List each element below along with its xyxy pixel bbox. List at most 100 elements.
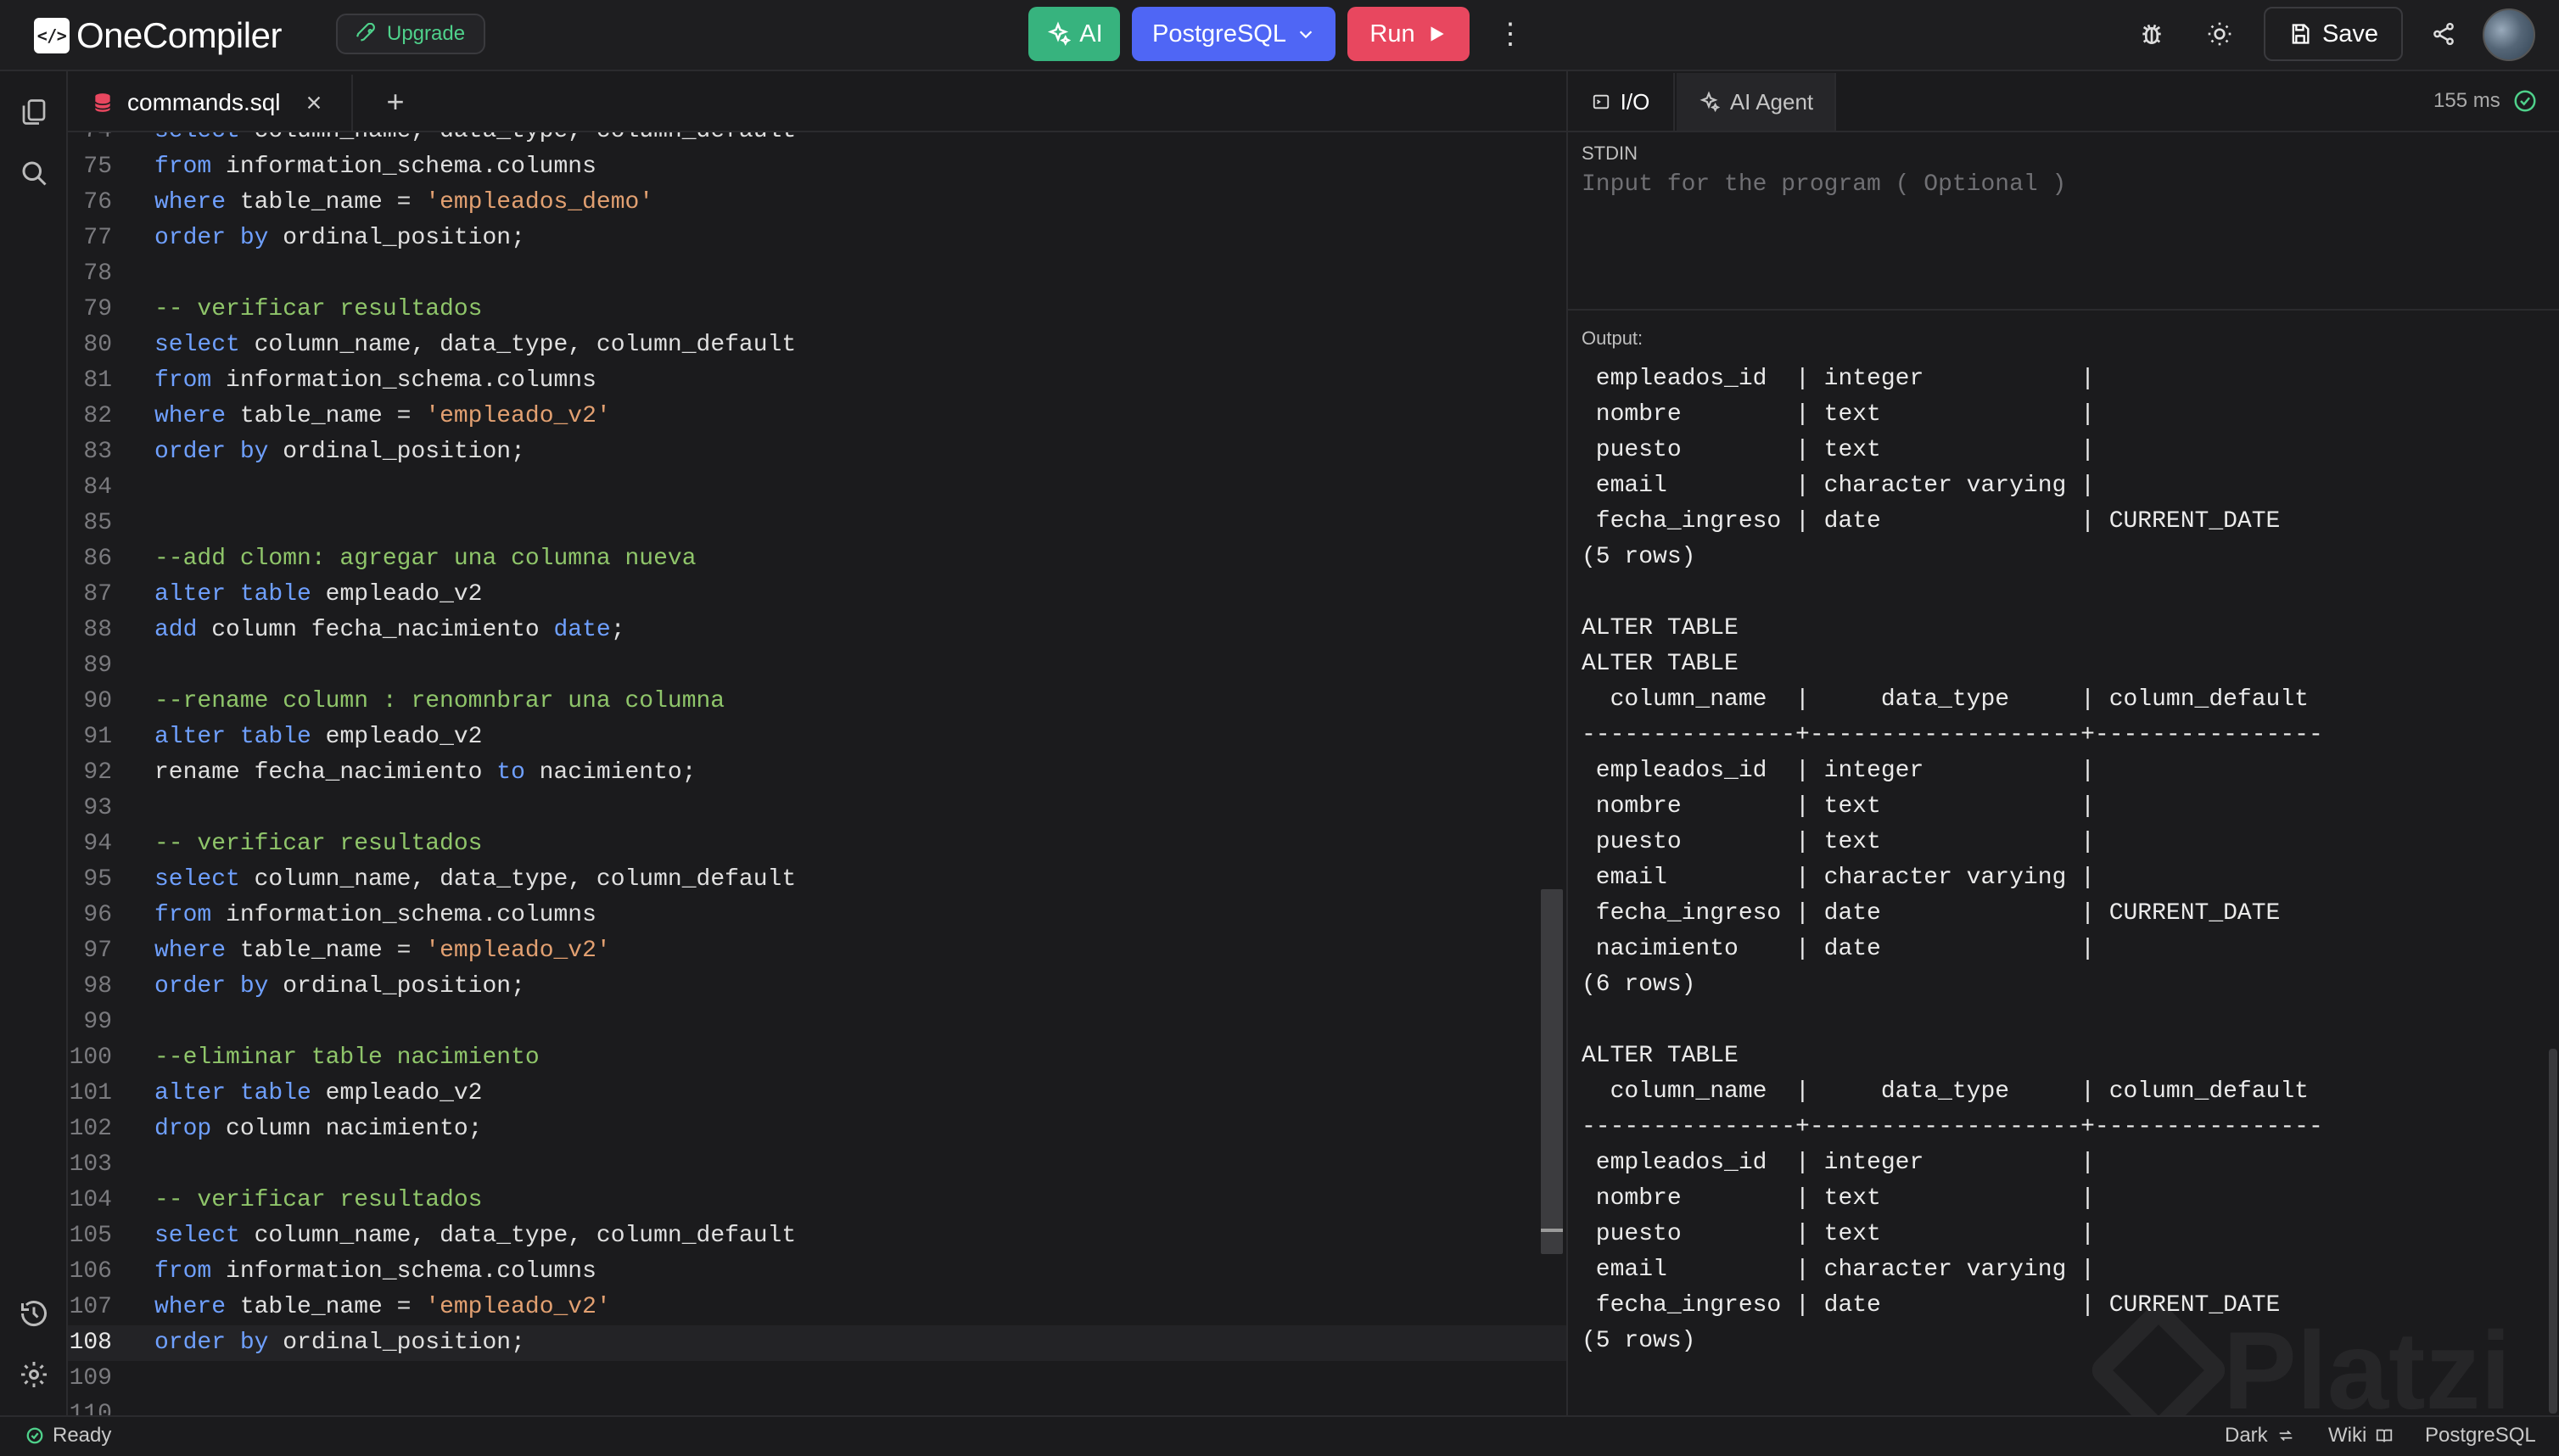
code-line[interactable]: 91 alter table empleado_v2 [68,720,1566,755]
code-line[interactable]: 94 -- verificar resultados [68,826,1566,862]
code-line[interactable]: 100 --eliminar table nacimiento [68,1040,1566,1076]
wiki-link[interactable]: Wiki [2328,1424,2394,1448]
scrollbar-cursor-marker [1541,1229,1563,1232]
execution-time-value: 155 ms [2433,89,2500,112]
history-icon[interactable] [14,1293,54,1334]
code-line[interactable]: 110 [68,1397,1566,1415]
code-text: -- verificar resultados [154,292,482,328]
code-line[interactable]: 109 [68,1361,1566,1397]
line-number: 101 [69,1080,112,1106]
code-line[interactable]: 89 [68,648,1566,684]
code-line[interactable]: 75 from information_schema.columns [68,149,1566,185]
upgrade-button[interactable]: Upgrade [336,14,486,54]
code-token: information_schema.columns [211,154,596,180]
code-line[interactable]: 102 drop column nacimiento; [68,1112,1566,1147]
output-scrollbar[interactable] [2549,1049,2557,1414]
code-line[interactable]: 88 add column fecha_nacimiento date; [68,613,1566,648]
output-label: Output: [1582,328,1643,349]
line-number: 82 [83,403,112,429]
code-line[interactable]: 77 order by ordinal_position; [68,221,1566,256]
code-line[interactable]: 82 where table_name = 'empleado_v2' [68,399,1566,434]
code-text: from information_schema.columns [154,898,596,933]
code-text: alter table empleado_v2 [154,577,482,613]
line-number: 109 [69,1365,112,1392]
code-line[interactable]: 83 order by ordinal_position; [68,434,1566,470]
status-language-label: PostgreSQL [2425,1424,2536,1447]
code-token: empleado_v2 [311,724,483,750]
user-avatar[interactable] [2483,8,2535,61]
line-number: 107 [69,1294,112,1320]
code-lines[interactable]: 74 select column_name, data_type, column_… [68,132,1566,1415]
code-line[interactable]: 79 -- verificar resultados [68,292,1566,328]
code-line[interactable]: 93 [68,791,1566,826]
code-line[interactable]: 95 select column_name, data_type, column_… [68,862,1566,898]
line-number: 92 [83,759,112,786]
search-icon[interactable] [14,153,54,193]
code-token: table_name = [226,938,426,964]
code-line[interactable]: 84 [68,470,1566,506]
code-line[interactable]: 98 order by ordinal_position; [68,969,1566,1005]
code-line[interactable]: 103 [68,1147,1566,1183]
add-tab-icon[interactable]: + [377,83,414,120]
code-token: ordinal_position; [268,439,525,465]
stdin-input[interactable] [1582,171,2540,290]
line-number: 102 [69,1116,112,1142]
code-line[interactable]: 80 select column_name, data_type, column_… [68,328,1566,363]
files-icon[interactable] [14,92,54,132]
share-icon[interactable] [2423,14,2464,54]
code-token: add [154,617,198,643]
code-token: column_name, data_type, column_default [240,132,797,144]
code-line[interactable]: 74 select column_name, data_type, column_… [68,132,1566,149]
code-token: --rename column : renomnbrar una columna [154,688,725,714]
code-line[interactable]: 78 [68,256,1566,292]
output-console[interactable]: empleados_id | integer | nombre | text |… [1582,351,2532,1410]
code-line[interactable]: 97 where table_name = 'empleado_v2' [68,933,1566,969]
editor-scrollbar[interactable] [1541,889,1563,1254]
code-line[interactable]: 81 from information_schema.columns [68,363,1566,399]
code-line[interactable]: 86 --add clomn: agregar una columna nueva [68,541,1566,577]
code-token: --eliminar table nacimiento [154,1044,540,1071]
code-line[interactable]: 107 where table_name = 'empleado_v2' [68,1290,1566,1325]
close-icon[interactable] [305,93,323,112]
run-button[interactable]: Run [1347,7,1470,61]
code-line[interactable]: 85 [68,506,1566,541]
tab-ai-agent[interactable]: AI Agent [1677,73,1836,131]
code-line[interactable]: 106 from information_schema.columns [68,1254,1566,1290]
line-number: 99 [83,1009,112,1035]
line-number: 104 [69,1187,112,1213]
code-text: order by ordinal_position; [154,1325,525,1361]
code-token: -- verificar resultados [154,296,483,322]
bug-icon[interactable] [2131,14,2172,54]
code-text: where table_name = 'empleados_demo' [154,185,653,221]
ai-button[interactable]: AI [1028,7,1120,61]
code-token: where [154,189,227,216]
code-line[interactable]: 92 rename fecha_nacimiento to nacimiento; [68,755,1566,791]
code-line[interactable]: 104 -- verificar resultados [68,1183,1566,1218]
status-language[interactable]: PostgreSQL [2425,1424,2536,1448]
line-number: 75 [83,154,112,180]
code-line[interactable]: 90 --rename column : renomnbrar una colum… [68,684,1566,720]
theme-toggle[interactable]: Dark [2225,1424,2295,1448]
code-line[interactable]: 87 alter table empleado_v2 [68,577,1566,613]
code-line[interactable]: 96 from information_schema.columns [68,898,1566,933]
save-button[interactable]: Save [2264,7,2403,61]
tab-io-label: I/O [1620,88,1650,115]
tab-io[interactable]: I/O [1568,73,1675,131]
code-text: where table_name = 'empleado_v2' [154,933,611,969]
code-line[interactable]: 76 where table_name = 'empleados_demo' [68,185,1566,221]
code-line[interactable]: 105 select column_name, data_type, column… [68,1218,1566,1254]
code-line[interactable]: 101 alter table empleado_v2 [68,1076,1566,1112]
sun-icon[interactable] [2199,14,2240,54]
line-number: 78 [83,260,112,287]
language-select[interactable]: PostgreSQL [1132,7,1335,61]
code-line-current[interactable]: 108 order by ordinal_position; [68,1325,1566,1361]
code-line[interactable]: 99 [68,1005,1566,1040]
sparkle-icon [1045,21,1072,47]
brand-logo[interactable]: </> OneCompiler [34,12,282,59]
file-tab[interactable]: commands.sql [75,75,353,131]
output-line: (5 rows) [1582,1328,1696,1354]
code-token: information_schema.columns [211,367,596,394]
gear-icon[interactable] [14,1354,54,1395]
more-options-icon[interactable]: ⋮ [1495,14,1526,54]
check-circle-icon [25,1426,44,1445]
